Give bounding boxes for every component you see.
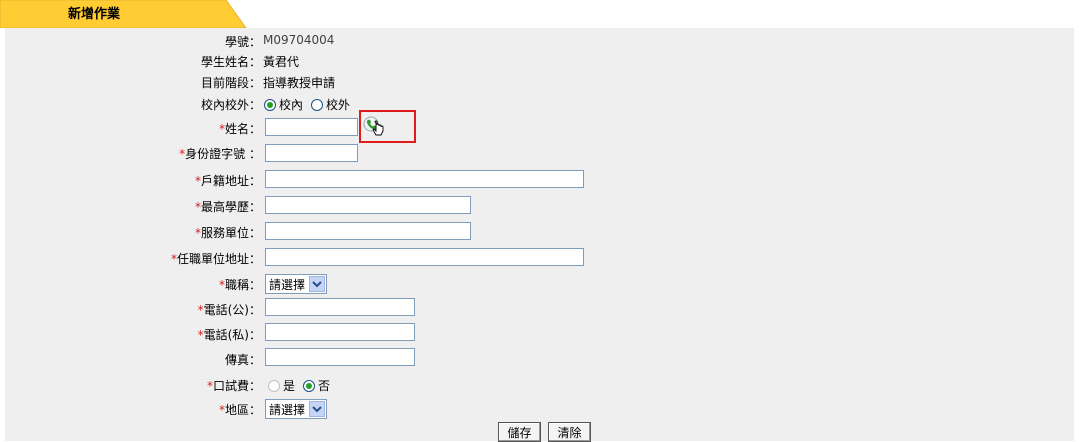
id-number-input[interactable]	[265, 144, 358, 162]
chevron-down-icon[interactable]	[309, 401, 326, 417]
row-region: *地區： 請選擇	[5, 398, 1074, 420]
row-household-address: *戶籍地址：	[5, 169, 1074, 191]
name-label: *姓名：	[219, 120, 261, 137]
oral-fee-radio-group: 是 否	[268, 377, 338, 394]
campus-radio-inside[interactable]	[264, 98, 276, 111]
name-label-text: 姓名：	[224, 122, 261, 136]
employer-address-input[interactable]	[265, 248, 584, 266]
oral-fee-option-no: 否	[318, 379, 331, 393]
id-number-label-text: 身份證字號 ：	[185, 147, 261, 161]
student-id-label: 學號：	[224, 35, 261, 49]
phone-office-label-text: 電話(公)：	[203, 303, 261, 317]
chevron-down-icon[interactable]	[309, 276, 326, 292]
row-fax: 傳真：	[5, 348, 1074, 370]
education-label-text: 最高學歷：	[200, 200, 261, 214]
campus-label: 校內校外：	[200, 98, 261, 112]
row-education: *最高學歷：	[5, 195, 1074, 217]
student-name-label: 學生姓名：	[200, 55, 261, 69]
household-address-input[interactable]	[265, 170, 584, 188]
employer-address-label-text: 任職單位地址：	[176, 252, 261, 266]
row-student-name: 學生姓名： 黃君代	[5, 50, 1074, 72]
stage-value: 指導教授申請	[263, 76, 336, 90]
clear-button[interactable]: 清除	[548, 422, 591, 442]
fax-label: 傳真：	[224, 353, 261, 367]
name-input[interactable]	[265, 118, 358, 136]
campus-option-inside: 校內	[279, 98, 304, 112]
campus-radio-group: 校內 校外	[264, 96, 358, 113]
campus-option-outside: 校外	[326, 98, 351, 112]
phone-home-label-text: 電話(私)：	[203, 328, 261, 342]
row-stage: 目前階段： 指導教授申請	[5, 71, 1074, 93]
phone-home-input[interactable]	[265, 323, 415, 341]
row-employer: *服務單位：	[5, 221, 1074, 243]
job-title-select[interactable]: 請選擇	[265, 274, 328, 294]
employer-label-text: 服務單位：	[200, 226, 261, 240]
household-address-label: *戶籍地址：	[195, 172, 261, 189]
stage-label: 目前階段：	[200, 76, 261, 90]
row-student-id: 學號： M09704004	[5, 30, 1074, 52]
row-phone-office: *電話(公)：	[5, 298, 1074, 320]
education-input[interactable]	[265, 196, 471, 214]
job-title-selected: 請選擇	[269, 277, 306, 292]
row-employer-address: *任職單位地址：	[5, 247, 1074, 269]
id-number-label: *身份證字號 ：	[179, 145, 261, 162]
oral-fee-radio-yes[interactable]	[268, 379, 280, 392]
oral-fee-label-text: 口試費：	[212, 379, 261, 393]
region-selected: 請選擇	[269, 402, 306, 417]
form-panel: 學號： M09704004 學生姓名： 黃君代 目前階段： 指導教授申請 校內校…	[5, 28, 1074, 442]
phone-office-input[interactable]	[265, 298, 415, 316]
tab-shape	[0, 0, 247, 28]
row-job-title: *職稱： 請選擇	[5, 273, 1074, 295]
header-tab-bar: 新增作業	[0, 0, 1079, 28]
region-label-text: 地區：	[224, 403, 261, 417]
row-phone-home: *電話(私)：	[5, 323, 1074, 345]
row-id-number: *身份證字號 ：	[5, 142, 1074, 164]
education-label: *最高學歷：	[195, 198, 261, 215]
page-title: 新增作業	[68, 7, 121, 22]
employer-address-label: *任職單位地址：	[171, 250, 261, 267]
fax-input[interactable]	[265, 348, 415, 366]
save-button[interactable]: 儲存	[498, 422, 541, 442]
employer-input[interactable]	[265, 222, 471, 240]
oral-fee-option-yes: 是	[283, 379, 296, 393]
campus-radio-outside[interactable]	[311, 98, 324, 111]
household-address-label-text: 戶籍地址：	[200, 174, 261, 188]
job-title-label: *職稱：	[219, 276, 261, 293]
oral-fee-label: *口試費：	[207, 377, 261, 394]
row-campus: 校內校外： 校內 校外	[5, 93, 1074, 115]
row-oral-fee: *口試費： 是 否	[5, 374, 1074, 396]
phone-office-label: *電話(公)：	[198, 301, 261, 318]
student-name-value: 黃君代	[263, 55, 300, 69]
region-select[interactable]: 請選擇	[265, 399, 328, 419]
phone-home-label: *電話(私)：	[198, 326, 261, 343]
employer-label: *服務單位：	[195, 224, 261, 241]
region-label: *地區：	[219, 401, 261, 418]
row-name: *姓名：	[5, 117, 1074, 139]
student-id-value: M09704004	[263, 33, 335, 47]
job-title-label-text: 職稱：	[224, 278, 261, 292]
oral-fee-radio-no[interactable]	[303, 379, 316, 392]
highlight-box	[359, 110, 416, 143]
